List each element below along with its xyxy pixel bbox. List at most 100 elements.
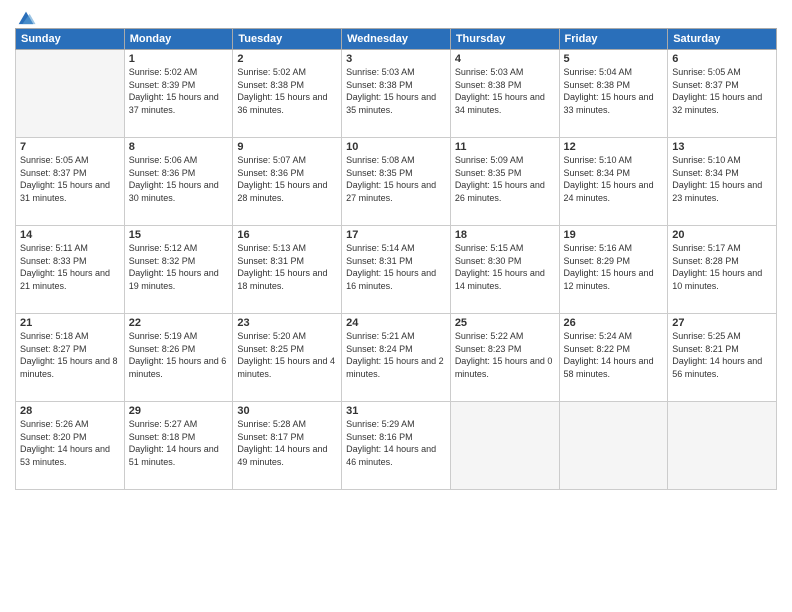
day-number: 12	[564, 141, 664, 153]
day-info: Sunrise: 5:02 AMSunset: 8:38 PMDaylight:…	[237, 66, 337, 116]
day-cell	[559, 402, 668, 490]
day-number: 6	[672, 53, 772, 65]
day-info: Sunrise: 5:03 AMSunset: 8:38 PMDaylight:…	[346, 66, 446, 116]
weekday-header-tuesday: Tuesday	[233, 29, 342, 50]
day-info: Sunrise: 5:25 AMSunset: 8:21 PMDaylight:…	[672, 330, 772, 380]
weekday-header-sunday: Sunday	[16, 29, 125, 50]
day-number: 23	[237, 317, 337, 329]
day-cell: 4 Sunrise: 5:03 AMSunset: 8:38 PMDayligh…	[450, 50, 559, 138]
day-info: Sunrise: 5:27 AMSunset: 8:18 PMDaylight:…	[129, 418, 229, 468]
day-info: Sunrise: 5:04 AMSunset: 8:38 PMDaylight:…	[564, 66, 664, 116]
day-cell: 29 Sunrise: 5:27 AMSunset: 8:18 PMDaylig…	[124, 402, 233, 490]
weekday-header-wednesday: Wednesday	[342, 29, 451, 50]
day-info: Sunrise: 5:13 AMSunset: 8:31 PMDaylight:…	[237, 242, 337, 292]
day-number: 30	[237, 405, 337, 417]
day-cell: 10 Sunrise: 5:08 AMSunset: 8:35 PMDaylig…	[342, 138, 451, 226]
day-number: 16	[237, 229, 337, 241]
day-cell: 28 Sunrise: 5:26 AMSunset: 8:20 PMDaylig…	[16, 402, 125, 490]
day-cell	[16, 50, 125, 138]
day-cell: 18 Sunrise: 5:15 AMSunset: 8:30 PMDaylig…	[450, 226, 559, 314]
day-number: 10	[346, 141, 446, 153]
day-cell: 21 Sunrise: 5:18 AMSunset: 8:27 PMDaylig…	[16, 314, 125, 402]
day-info: Sunrise: 5:05 AMSunset: 8:37 PMDaylight:…	[20, 154, 120, 204]
day-cell: 13 Sunrise: 5:10 AMSunset: 8:34 PMDaylig…	[668, 138, 777, 226]
day-number: 1	[129, 53, 229, 65]
day-cell: 15 Sunrise: 5:12 AMSunset: 8:32 PMDaylig…	[124, 226, 233, 314]
day-cell: 9 Sunrise: 5:07 AMSunset: 8:36 PMDayligh…	[233, 138, 342, 226]
day-info: Sunrise: 5:05 AMSunset: 8:37 PMDaylight:…	[672, 66, 772, 116]
day-cell: 8 Sunrise: 5:06 AMSunset: 8:36 PMDayligh…	[124, 138, 233, 226]
day-cell: 23 Sunrise: 5:20 AMSunset: 8:25 PMDaylig…	[233, 314, 342, 402]
day-info: Sunrise: 5:26 AMSunset: 8:20 PMDaylight:…	[20, 418, 120, 468]
weekday-header-thursday: Thursday	[450, 29, 559, 50]
day-cell: 30 Sunrise: 5:28 AMSunset: 8:17 PMDaylig…	[233, 402, 342, 490]
day-cell: 2 Sunrise: 5:02 AMSunset: 8:38 PMDayligh…	[233, 50, 342, 138]
calendar-table: SundayMondayTuesdayWednesdayThursdayFrid…	[15, 28, 777, 490]
day-info: Sunrise: 5:06 AMSunset: 8:36 PMDaylight:…	[129, 154, 229, 204]
day-number: 26	[564, 317, 664, 329]
day-number: 21	[20, 317, 120, 329]
day-number: 4	[455, 53, 555, 65]
day-info: Sunrise: 5:18 AMSunset: 8:27 PMDaylight:…	[20, 330, 120, 380]
day-number: 13	[672, 141, 772, 153]
day-number: 20	[672, 229, 772, 241]
day-number: 29	[129, 405, 229, 417]
day-number: 28	[20, 405, 120, 417]
day-number: 27	[672, 317, 772, 329]
day-info: Sunrise: 5:09 AMSunset: 8:35 PMDaylight:…	[455, 154, 555, 204]
day-cell: 11 Sunrise: 5:09 AMSunset: 8:35 PMDaylig…	[450, 138, 559, 226]
day-cell: 25 Sunrise: 5:22 AMSunset: 8:23 PMDaylig…	[450, 314, 559, 402]
day-cell: 31 Sunrise: 5:29 AMSunset: 8:16 PMDaylig…	[342, 402, 451, 490]
day-info: Sunrise: 5:07 AMSunset: 8:36 PMDaylight:…	[237, 154, 337, 204]
day-cell: 12 Sunrise: 5:10 AMSunset: 8:34 PMDaylig…	[559, 138, 668, 226]
day-number: 3	[346, 53, 446, 65]
day-info: Sunrise: 5:21 AMSunset: 8:24 PMDaylight:…	[346, 330, 446, 380]
day-info: Sunrise: 5:03 AMSunset: 8:38 PMDaylight:…	[455, 66, 555, 116]
day-cell: 27 Sunrise: 5:25 AMSunset: 8:21 PMDaylig…	[668, 314, 777, 402]
week-row-4: 21 Sunrise: 5:18 AMSunset: 8:27 PMDaylig…	[16, 314, 777, 402]
day-number: 31	[346, 405, 446, 417]
day-cell: 26 Sunrise: 5:24 AMSunset: 8:22 PMDaylig…	[559, 314, 668, 402]
day-cell: 22 Sunrise: 5:19 AMSunset: 8:26 PMDaylig…	[124, 314, 233, 402]
day-info: Sunrise: 5:14 AMSunset: 8:31 PMDaylight:…	[346, 242, 446, 292]
day-info: Sunrise: 5:29 AMSunset: 8:16 PMDaylight:…	[346, 418, 446, 468]
day-cell: 19 Sunrise: 5:16 AMSunset: 8:29 PMDaylig…	[559, 226, 668, 314]
day-info: Sunrise: 5:19 AMSunset: 8:26 PMDaylight:…	[129, 330, 229, 380]
day-info: Sunrise: 5:08 AMSunset: 8:35 PMDaylight:…	[346, 154, 446, 204]
day-cell: 16 Sunrise: 5:13 AMSunset: 8:31 PMDaylig…	[233, 226, 342, 314]
week-row-3: 14 Sunrise: 5:11 AMSunset: 8:33 PMDaylig…	[16, 226, 777, 314]
day-number: 7	[20, 141, 120, 153]
day-info: Sunrise: 5:17 AMSunset: 8:28 PMDaylight:…	[672, 242, 772, 292]
week-row-1: 1 Sunrise: 5:02 AMSunset: 8:39 PMDayligh…	[16, 50, 777, 138]
page-container: SundayMondayTuesdayWednesdayThursdayFrid…	[0, 0, 792, 500]
day-cell: 7 Sunrise: 5:05 AMSunset: 8:37 PMDayligh…	[16, 138, 125, 226]
weekday-header-saturday: Saturday	[668, 29, 777, 50]
day-number: 2	[237, 53, 337, 65]
day-cell: 5 Sunrise: 5:04 AMSunset: 8:38 PMDayligh…	[559, 50, 668, 138]
day-number: 24	[346, 317, 446, 329]
day-cell: 14 Sunrise: 5:11 AMSunset: 8:33 PMDaylig…	[16, 226, 125, 314]
day-cell	[450, 402, 559, 490]
day-number: 17	[346, 229, 446, 241]
day-cell: 24 Sunrise: 5:21 AMSunset: 8:24 PMDaylig…	[342, 314, 451, 402]
day-info: Sunrise: 5:28 AMSunset: 8:17 PMDaylight:…	[237, 418, 337, 468]
logo-icon	[15, 8, 37, 30]
day-info: Sunrise: 5:11 AMSunset: 8:33 PMDaylight:…	[20, 242, 120, 292]
week-row-5: 28 Sunrise: 5:26 AMSunset: 8:20 PMDaylig…	[16, 402, 777, 490]
day-info: Sunrise: 5:10 AMSunset: 8:34 PMDaylight:…	[564, 154, 664, 204]
day-info: Sunrise: 5:10 AMSunset: 8:34 PMDaylight:…	[672, 154, 772, 204]
day-cell: 6 Sunrise: 5:05 AMSunset: 8:37 PMDayligh…	[668, 50, 777, 138]
day-info: Sunrise: 5:02 AMSunset: 8:39 PMDaylight:…	[129, 66, 229, 116]
day-cell: 1 Sunrise: 5:02 AMSunset: 8:39 PMDayligh…	[124, 50, 233, 138]
day-info: Sunrise: 5:12 AMSunset: 8:32 PMDaylight:…	[129, 242, 229, 292]
day-number: 18	[455, 229, 555, 241]
day-number: 15	[129, 229, 229, 241]
day-info: Sunrise: 5:20 AMSunset: 8:25 PMDaylight:…	[237, 330, 337, 380]
day-cell	[668, 402, 777, 490]
day-number: 11	[455, 141, 555, 153]
day-cell: 17 Sunrise: 5:14 AMSunset: 8:31 PMDaylig…	[342, 226, 451, 314]
day-info: Sunrise: 5:16 AMSunset: 8:29 PMDaylight:…	[564, 242, 664, 292]
week-row-2: 7 Sunrise: 5:05 AMSunset: 8:37 PMDayligh…	[16, 138, 777, 226]
day-info: Sunrise: 5:22 AMSunset: 8:23 PMDaylight:…	[455, 330, 555, 380]
weekday-header-row: SundayMondayTuesdayWednesdayThursdayFrid…	[16, 29, 777, 50]
